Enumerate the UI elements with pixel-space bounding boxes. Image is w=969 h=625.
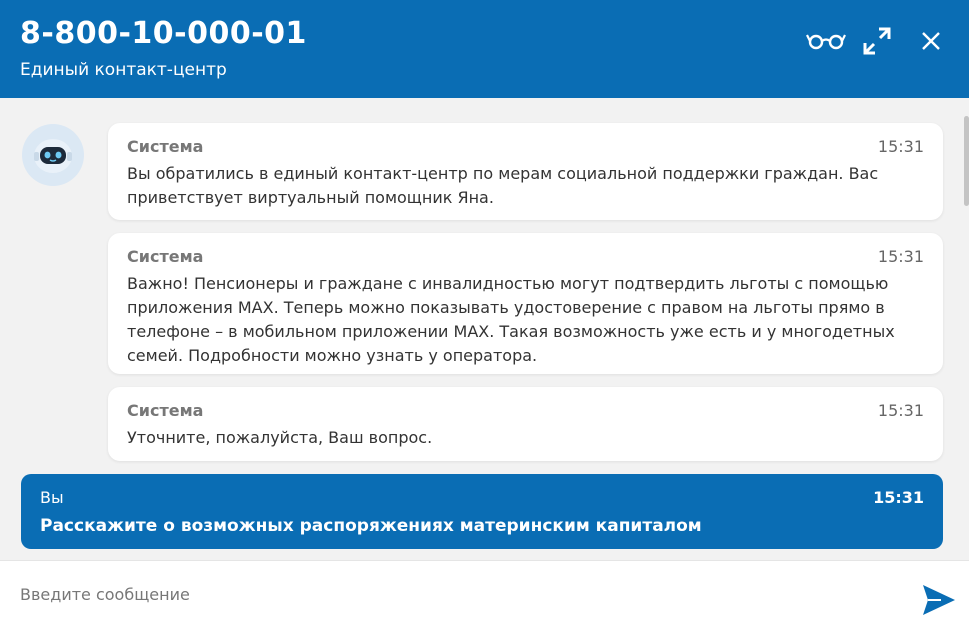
message-time: 15:31 xyxy=(877,137,924,156)
glasses-icon xyxy=(806,34,846,50)
send-icon xyxy=(923,585,955,615)
chat-header: 8-800-10-000-01 Единый контакт-центр xyxy=(0,0,969,98)
close-button[interactable] xyxy=(914,24,948,58)
message-input[interactable] xyxy=(20,579,900,609)
message-time: 15:31 xyxy=(877,247,924,266)
message-sender: Система xyxy=(127,137,204,156)
chat-scrollbar[interactable] xyxy=(964,116,969,206)
message-sender: Система xyxy=(127,247,204,266)
system-message: Система 15:31 Уточните, пожалуйста, Ваш … xyxy=(108,387,943,461)
message-time: 15:31 xyxy=(877,401,924,420)
close-icon xyxy=(922,32,940,50)
expand-button[interactable] xyxy=(860,24,894,58)
expand-icon xyxy=(863,27,891,55)
user-message-sender: Вы xyxy=(40,488,64,507)
message-text: Уточните, пожалуйста, Ваш вопрос. xyxy=(127,428,433,447)
bot-avatar xyxy=(22,124,84,186)
header-subtitle: Единый контакт-центр xyxy=(20,60,227,80)
system-message: Система 15:31 Вы обратились в единый кон… xyxy=(108,123,943,220)
send-button[interactable] xyxy=(920,581,958,619)
message-text: Вы обратились в единый контакт-центр по … xyxy=(127,164,879,207)
hotline-phone: 8-800-10-000-01 xyxy=(20,16,307,51)
accessibility-button[interactable] xyxy=(804,24,848,58)
robot-icon xyxy=(34,139,72,173)
user-message-text: Расскажите о возможных распоряжениях мат… xyxy=(40,516,702,536)
user-message-time: 15:31 xyxy=(873,488,924,507)
message-composer xyxy=(0,560,969,625)
message-sender: Система xyxy=(127,401,204,420)
system-message: Система 15:31 Важно! Пенсионеры и гражда… xyxy=(108,233,943,374)
message-text: Важно! Пенсионеры и граждане с инвалидно… xyxy=(127,274,895,365)
user-message: Вы 15:31 Расскажите о возможных распоряж… xyxy=(21,474,943,549)
